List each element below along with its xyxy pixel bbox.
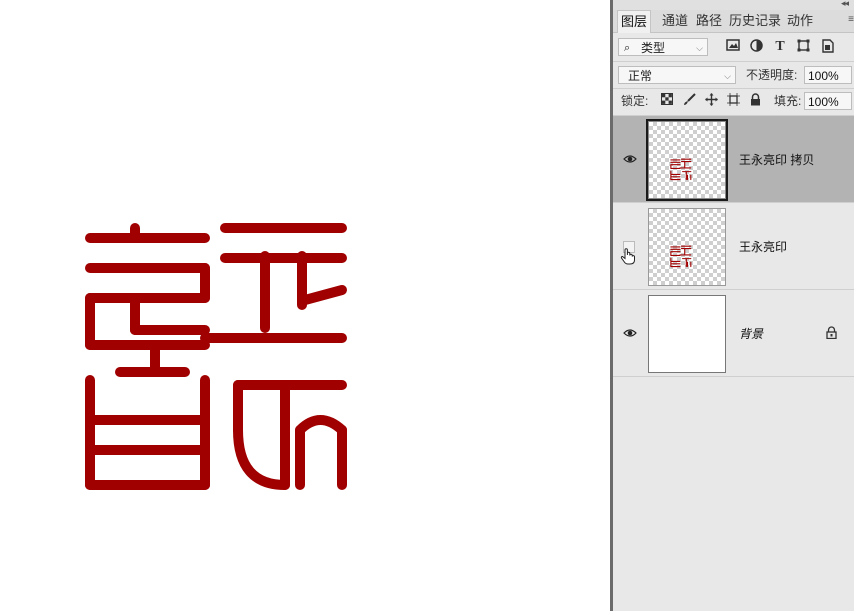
thumbnail-selection-frame <box>646 119 728 201</box>
layer-name[interactable]: 王永亮印 拷贝 <box>739 151 814 168</box>
seal-artwork <box>85 223 347 490</box>
fill-label: 填充: <box>774 94 802 108</box>
panel-menu-icon[interactable]: ≡ <box>848 14 854 25</box>
lock-all-icon[interactable] <box>747 93 763 109</box>
lock-transparent-pixels-icon[interactable] <box>659 93 675 109</box>
layer-name[interactable]: 王永亮印 <box>739 238 787 255</box>
tab-layers[interactable]: 图层 <box>617 10 652 33</box>
shape-filter-icon[interactable] <box>795 39 811 55</box>
layer-row[interactable]: 王永亮印 拷贝 <box>613 116 854 203</box>
layers-list: 王永亮印 拷贝 王永亮印 背景 <box>613 116 854 611</box>
search-icon: ⌕ <box>624 42 631 54</box>
opacity-field[interactable]: 100% <box>804 66 852 84</box>
panel-tabs: 图层 通道 路径 历史记录 动作 ≡ <box>613 10 854 33</box>
hand-cursor-icon <box>620 247 636 268</box>
eye-visibility-icon[interactable] <box>623 152 637 166</box>
layer-thumbnail[interactable] <box>648 295 726 373</box>
layer-row[interactable]: 背景 <box>613 290 854 377</box>
filter-row: ⌕ 类型 ⌵ T <box>613 33 854 62</box>
filter-kind-select[interactable]: ⌕ 类型 ⌵ <box>618 38 708 56</box>
type-filter-icon[interactable]: T <box>772 39 788 55</box>
lock-label: 锁定: <box>621 94 649 108</box>
eye-visibility-icon[interactable] <box>623 326 637 340</box>
layer-row[interactable]: 王永亮印 <box>613 203 854 290</box>
blend-row: 正常 ⌵ 不透明度: 100% <box>613 62 854 89</box>
layers-panel: ◂◂ 图层 通道 路径 历史记录 动作 ≡ ⌕ 类型 ⌵ T 正常 ⌵ 不透明度… <box>613 0 854 611</box>
tab-channels[interactable]: 通道 <box>662 10 688 32</box>
document-canvas[interactable] <box>0 0 610 611</box>
pixel-filter-icon[interactable] <box>725 39 741 55</box>
seal-thumbnail-icon <box>670 245 692 268</box>
smart-object-filter-icon[interactable] <box>820 39 836 55</box>
layer-thumbnail[interactable] <box>648 208 726 286</box>
lock-icon[interactable] <box>826 326 837 342</box>
lock-position-icon[interactable] <box>703 93 719 109</box>
lock-row: 锁定: 填充: 100% <box>613 89 854 116</box>
filter-kind-label: 类型 <box>641 41 666 55</box>
tab-history[interactable]: 历史记录 <box>729 10 781 32</box>
layer-name[interactable]: 背景 <box>739 325 763 342</box>
opacity-label: 不透明度: <box>746 68 798 82</box>
chevron-down-icon: ⌵ <box>696 43 703 53</box>
tab-paths[interactable]: 路径 <box>696 10 722 32</box>
chevron-down-icon: ⌵ <box>724 71 731 81</box>
tab-actions[interactable]: 动作 <box>787 10 813 32</box>
lock-image-pixels-icon[interactable] <box>681 93 697 109</box>
blend-mode-value: 正常 <box>628 69 653 83</box>
lock-artboard-icon[interactable] <box>725 93 741 109</box>
adjustment-filter-icon[interactable] <box>748 39 764 55</box>
collapse-panel-icon[interactable]: ◂◂ <box>841 0 849 9</box>
blend-mode-select[interactable]: 正常 ⌵ <box>618 66 736 84</box>
panel-header-strip: ◂◂ <box>613 0 854 10</box>
fill-field[interactable]: 100% <box>804 92 852 110</box>
